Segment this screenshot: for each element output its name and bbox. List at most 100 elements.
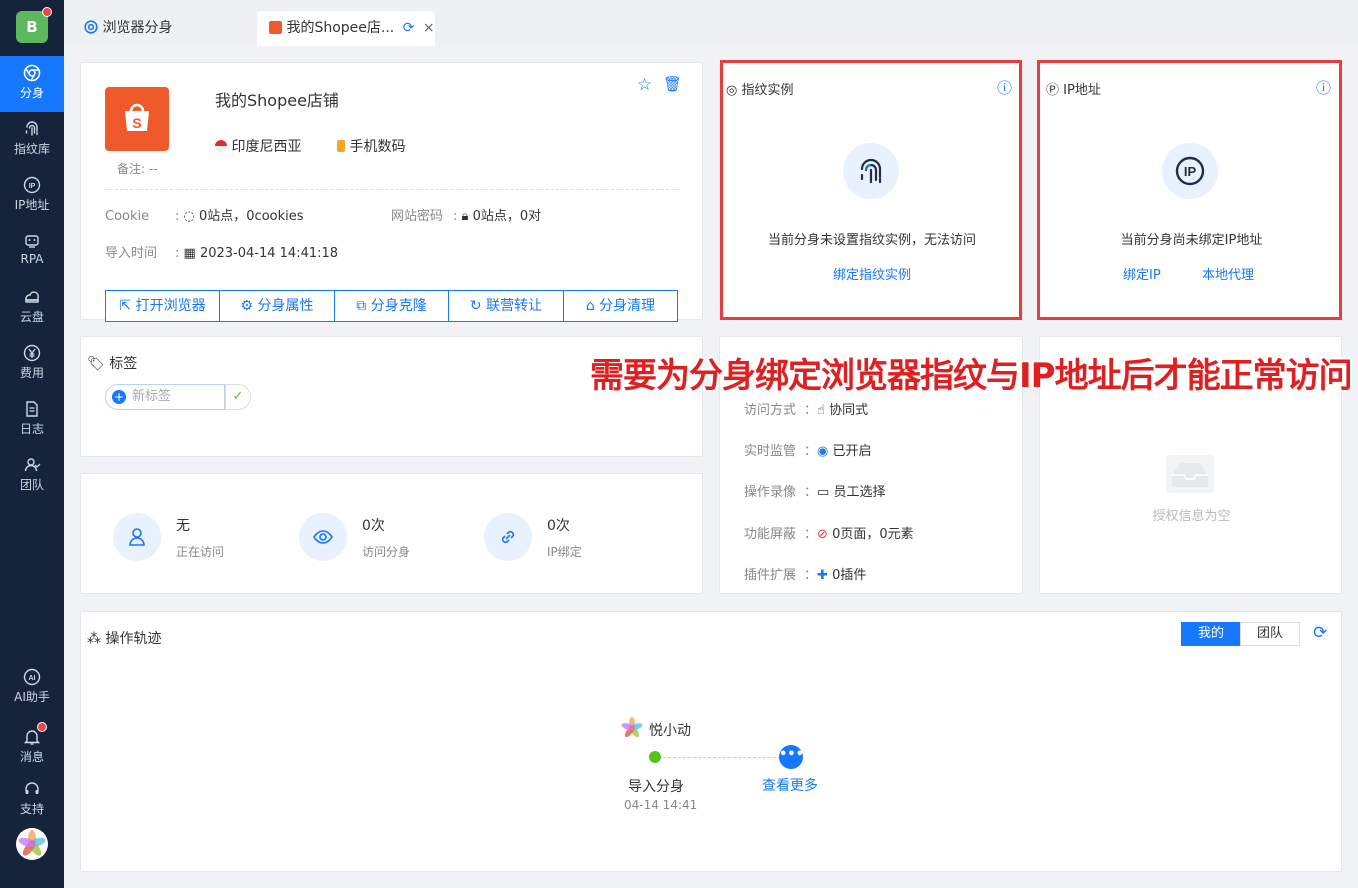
open-browser-button[interactable]: ⇱ 打开浏览器 xyxy=(105,290,220,322)
ip-icon: IP xyxy=(23,176,41,194)
tab-browser-profiles[interactable]: 浏览器分身 xyxy=(84,11,254,46)
sidebar-item-ip[interactable]: IP IP地址 xyxy=(0,168,64,224)
sidebar-item-profiles[interactable]: 分身 xyxy=(0,56,64,112)
calendar-icon: ▦ xyxy=(183,246,196,261)
profile-settings-button[interactable]: ⚙ 分身属性 xyxy=(219,290,335,322)
remark-value: -- xyxy=(148,162,158,176)
check-icon: ✓ xyxy=(232,389,244,404)
cloud-drive-icon xyxy=(25,291,39,303)
more-dots-icon[interactable]: ••• xyxy=(779,745,804,769)
button-label: 分身克隆 xyxy=(370,298,427,314)
segment-mine[interactable]: 我的 xyxy=(1181,622,1241,646)
flag-icon xyxy=(215,140,227,152)
phone-icon xyxy=(337,140,345,152)
cookie-value: 0站点，0cookies xyxy=(199,209,304,224)
transfer-button[interactable]: ↻ 联营转让 xyxy=(448,290,564,322)
trail-card: ⁂ 操作轨迹 我的 团队 ⟳ 悦小动 ••• 导入分身 04-14 14:41 … xyxy=(80,611,1342,872)
cookie-row: Cookie: ◌ 0站点，0cookies xyxy=(105,209,304,224)
sync-icon: ↻ xyxy=(469,298,482,314)
sidebar-item-label: IP地址 xyxy=(14,198,50,212)
headset-icon xyxy=(25,782,39,794)
remark: 备注: -- xyxy=(117,160,158,177)
user-avatar-small xyxy=(620,716,644,740)
close-icon[interactable]: × xyxy=(423,20,435,36)
svg-text:S: S xyxy=(132,115,141,131)
chrome-icon xyxy=(23,64,41,82)
setting-row: 功能屏蔽 ：⊘ 0页面，0元素 xyxy=(744,523,914,542)
view-more-link[interactable]: 查看更多 xyxy=(762,775,818,795)
cookie-label: Cookie xyxy=(105,209,150,224)
sidebar-item-ai[interactable]: AI AI助手 xyxy=(0,660,64,716)
cleanup-button[interactable]: ⌂ 分身清理 xyxy=(563,290,678,322)
setting-value: 0页面，0元素 xyxy=(832,527,914,542)
sidebar-item-label: 分身 xyxy=(19,86,44,100)
sidebar: B 分身 指纹库 IP IP地址 RPA 云盘 费用 日志 团队 AI AI助手… xyxy=(0,0,64,888)
refresh-icon[interactable]: ⟳ xyxy=(403,20,415,36)
trail-title-text: 操作轨迹 xyxy=(105,631,162,647)
highlight-fingerprint xyxy=(720,60,1022,320)
chrome-icon xyxy=(84,20,98,34)
stat-value: 0次 xyxy=(362,518,385,534)
sidebar-item-label: 消息 xyxy=(19,750,44,764)
puzzle-icon: ✚ xyxy=(817,568,828,583)
stat-visits xyxy=(299,513,347,561)
setting-value: 员工选择 xyxy=(833,485,886,500)
trail-time: 04-14 14:41 xyxy=(624,798,698,812)
segment-team[interactable]: 团队 xyxy=(1240,622,1300,646)
sidebar-item-label: 日志 xyxy=(19,422,44,436)
confirm-tag-button[interactable]: ✓ xyxy=(225,384,251,410)
sidebar-item-label: RPA xyxy=(20,252,44,266)
password-row: 网站密码: 🔒︎ 0站点，0对 xyxy=(391,205,541,224)
sidebar-item-messages[interactable]: 消息 xyxy=(0,720,64,776)
sidebar-item-fingerprints[interactable]: 指纹库 xyxy=(0,112,64,168)
clone-button[interactable]: ⧉ 分身克隆 xyxy=(334,290,449,322)
region: 印度尼西亚 xyxy=(215,136,301,156)
stat-label: IP绑定 xyxy=(547,545,582,559)
video-icon: ▭ xyxy=(817,485,830,500)
category: 手机数码 xyxy=(337,136,405,156)
password-value: 0站点，0对 xyxy=(472,209,542,224)
new-tag-input[interactable]: + 新标签 xyxy=(105,384,225,410)
timeline-dot xyxy=(649,751,661,763)
tab-label: 我的Shopee店... xyxy=(286,20,395,36)
stat-visitor xyxy=(113,513,161,561)
sidebar-item-rpa[interactable]: RPA xyxy=(0,224,64,280)
plus-icon: + xyxy=(112,390,126,404)
svg-text:AI: AI xyxy=(29,675,36,682)
sidebar-item-label: 指纹库 xyxy=(13,142,50,156)
sidebar-item-billing[interactable]: 费用 xyxy=(0,336,64,392)
tab-shop-profile[interactable]: 我的Shopee店... ⟳ × xyxy=(257,11,435,46)
trail-title: ⁂ 操作轨迹 xyxy=(87,628,161,648)
annotation-overlay: 需要为分身绑定浏览器指纹与IP地址后才能正常访问 xyxy=(590,356,1353,396)
stats-card: 无 正在访问 0次 访问分身 0次 IP绑定 xyxy=(80,473,703,594)
sidebar-item-cloud[interactable]: 云盘 xyxy=(0,280,64,336)
sidebar-item-label: 费用 xyxy=(19,366,44,380)
sidebar-item-support[interactable]: 支持 xyxy=(0,772,64,828)
sidebar-item-team[interactable]: 团队 xyxy=(0,448,64,504)
sidebar-item-label: 团队 xyxy=(19,478,44,492)
empty-inbox-icon xyxy=(1166,455,1214,493)
setting-key: 访问方式 xyxy=(744,403,797,418)
hand-icon: ☝ xyxy=(817,403,825,418)
stat-value: 0次 xyxy=(547,518,570,534)
password-label: 网站密码 xyxy=(391,209,444,224)
refresh-icon[interactable]: ⟳ xyxy=(1313,623,1327,643)
user-avatar[interactable] xyxy=(16,828,48,860)
category-label: 手机数码 xyxy=(349,139,406,155)
setting-row: 插件扩展 ：✚ 0插件 xyxy=(744,564,866,583)
message-badge xyxy=(37,722,47,732)
trash-icon[interactable]: 🗑︎ xyxy=(663,75,682,93)
team-icon xyxy=(24,458,41,472)
setting-value: 协同式 xyxy=(829,403,869,418)
button-label: 分身清理 xyxy=(599,298,656,314)
shopee-logo: S xyxy=(105,87,169,151)
trail-event: 导入分身 xyxy=(628,779,684,795)
sidebar-item-logs[interactable]: 日志 xyxy=(0,392,64,448)
setting-value: 已开启 xyxy=(832,444,872,459)
yen-icon xyxy=(23,344,41,362)
block-icon: ⊘ xyxy=(817,527,828,542)
setting-row: 访问方式 ：☝ 协同式 xyxy=(744,399,868,418)
tags-title: 🏷︎ 标签 xyxy=(87,353,137,373)
setting-row: 实时监管 ：◉ 已开启 xyxy=(744,440,872,459)
star-icon[interactable]: ☆ xyxy=(637,75,652,95)
